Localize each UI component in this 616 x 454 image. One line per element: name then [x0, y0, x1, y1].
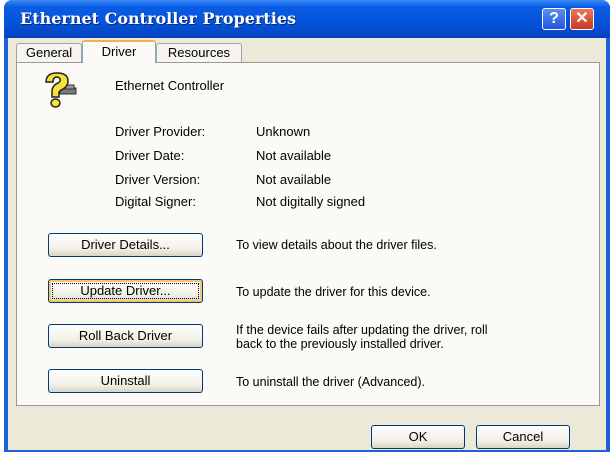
tab-general-label: General	[25, 45, 73, 60]
update-driver-button[interactable]: Update Driver...	[48, 279, 203, 303]
uninstall-button[interactable]: Uninstall	[48, 369, 203, 393]
title-bar[interactable]: Ethernet Controller Properties ? ✕	[4, 0, 610, 38]
digital-signer-label: Digital Signer:	[115, 194, 196, 209]
digital-signer-value: Not digitally signed	[256, 194, 366, 209]
focus-rectangle	[52, 283, 199, 299]
driver-version-value: Not available	[256, 172, 332, 187]
roll-back-driver-button[interactable]: Roll Back Driver	[48, 324, 203, 348]
roll-back-desc-line2: back to the previously installed driver.	[236, 337, 444, 351]
tab-resources[interactable]: Resources	[156, 43, 242, 63]
tab-driver-label: Driver	[101, 44, 137, 59]
driver-date-value: Not available	[256, 148, 332, 163]
close-button[interactable]: ✕	[570, 8, 594, 30]
driver-details-button[interactable]: Driver Details...	[48, 233, 203, 257]
driver-provider-label: Driver Provider:	[115, 124, 206, 139]
tab-resources-label: Resources	[167, 45, 231, 60]
ok-button[interactable]: OK	[371, 425, 465, 449]
help-button[interactable]: ?	[542, 8, 566, 30]
driver-date-label: Driver Date:	[115, 148, 185, 163]
roll-back-desc-line1: If the device fails after updating the d…	[236, 323, 488, 337]
driver-provider-value: Unknown	[256, 124, 311, 139]
device-name: Ethernet Controller	[115, 78, 225, 93]
uninstall-desc: To uninstall the driver (Advanced).	[236, 375, 425, 389]
driver-details-desc: To view details about the driver files.	[236, 238, 437, 252]
unknown-device-question-icon	[45, 72, 77, 108]
tab-general[interactable]: General	[16, 43, 82, 63]
window-title: Ethernet Controller Properties	[20, 9, 297, 28]
driver-version-label: Driver Version:	[115, 172, 201, 187]
update-driver-desc: To update the driver for this device.	[236, 285, 431, 299]
cancel-button[interactable]: Cancel	[476, 425, 570, 449]
tab-driver[interactable]: Driver	[82, 40, 156, 63]
